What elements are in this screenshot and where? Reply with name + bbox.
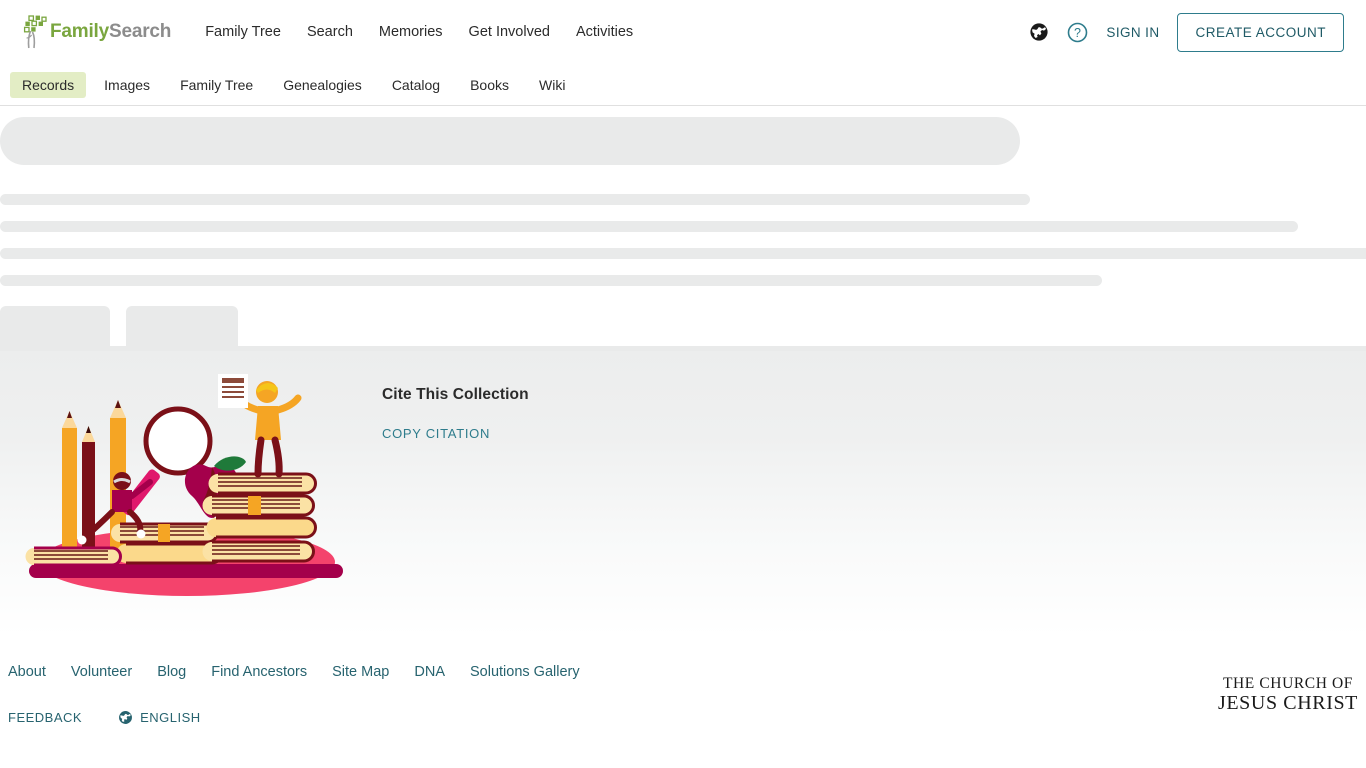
feedback-link[interactable]: FEEDBACK: [8, 710, 82, 725]
familysearch-logo[interactable]: FamilySearch: [22, 15, 171, 49]
logo-text-search: Search: [109, 21, 172, 42]
skeleton-line: [0, 248, 1366, 259]
footer-link-site-map[interactable]: Site Map: [332, 664, 389, 680]
loading-skeleton: [0, 117, 1366, 351]
books-and-research-illustration: [25, 374, 343, 596]
help-question-icon[interactable]: ?: [1067, 22, 1088, 43]
site-header: FamilySearch Family Tree Search Memories…: [0, 0, 1366, 64]
main-navigation: Family Tree Search Memories Get Involved…: [205, 24, 633, 40]
skeleton-line: [0, 275, 1102, 286]
globe-icon: [118, 710, 133, 725]
subnav-item-family-tree[interactable]: Family Tree: [168, 72, 265, 98]
footer-link-about[interactable]: About: [8, 664, 46, 680]
svg-text:?: ?: [1074, 25, 1081, 39]
header-actions: ? SIGN IN CREATE ACCOUNT: [1029, 12, 1344, 52]
skeleton-line: [0, 221, 1298, 232]
footer-utility-row: FEEDBACK ENGLISH: [0, 680, 1366, 725]
subnav-item-catalog[interactable]: Catalog: [380, 72, 452, 98]
church-of-jesus-christ-logo: THE CHURCH OF JESUS CHRIST: [1217, 675, 1358, 714]
skeleton-tab: [126, 306, 238, 346]
nav-memories[interactable]: Memories: [379, 24, 443, 40]
subnav-item-images[interactable]: Images: [92, 72, 162, 98]
logo-text: FamilySearch: [50, 21, 171, 43]
footer-link-solutions-gallery[interactable]: Solutions Gallery: [470, 664, 580, 680]
nav-activities[interactable]: Activities: [576, 24, 633, 40]
church-logo-line1: THE CHURCH OF: [1222, 675, 1354, 692]
skeleton-tab-row: [0, 306, 1366, 346]
cite-collection-section: Cite This Collection COPY CITATION: [0, 351, 1366, 636]
footer-link-dna[interactable]: DNA: [414, 664, 445, 680]
nav-family-tree[interactable]: Family Tree: [205, 24, 281, 40]
subnav-item-books[interactable]: Books: [458, 72, 521, 98]
subnav-item-records[interactable]: Records: [10, 71, 87, 98]
footer-links: About Volunteer Blog Find Ancestors Site…: [0, 636, 1366, 680]
cite-collection-title: Cite This Collection: [382, 386, 529, 403]
create-account-button[interactable]: CREATE ACCOUNT: [1177, 12, 1344, 52]
subnav-item-wiki[interactable]: Wiki: [527, 72, 577, 98]
logo-text-family: Family: [50, 21, 109, 42]
skeleton-tab: [0, 306, 110, 346]
secondary-navigation: Records Images Family Tree Genealogies C…: [0, 64, 1366, 106]
cite-text-block: Cite This Collection COPY CITATION: [382, 386, 529, 443]
skeleton-hero-block: [0, 117, 1020, 165]
nav-get-involved[interactable]: Get Involved: [469, 24, 550, 40]
copy-citation-button[interactable]: COPY CITATION: [382, 426, 490, 441]
subnav-item-genealogies[interactable]: Genealogies: [271, 72, 374, 98]
church-logo-line2: JESUS CHRIST: [1217, 691, 1358, 714]
footer-link-volunteer[interactable]: Volunteer: [71, 664, 132, 680]
globe-icon[interactable]: [1029, 22, 1049, 42]
sign-in-link[interactable]: SIGN IN: [1106, 25, 1159, 40]
language-label: ENGLISH: [140, 710, 201, 725]
language-selector[interactable]: ENGLISH: [118, 710, 201, 725]
site-footer: About Volunteer Blog Find Ancestors Site…: [0, 636, 1366, 725]
family-tree-logo-icon: [23, 15, 47, 49]
footer-link-blog[interactable]: Blog: [157, 664, 186, 680]
footer-link-find-ancestors[interactable]: Find Ancestors: [211, 664, 307, 680]
skeleton-line: [0, 194, 1030, 205]
nav-search[interactable]: Search: [307, 24, 353, 40]
